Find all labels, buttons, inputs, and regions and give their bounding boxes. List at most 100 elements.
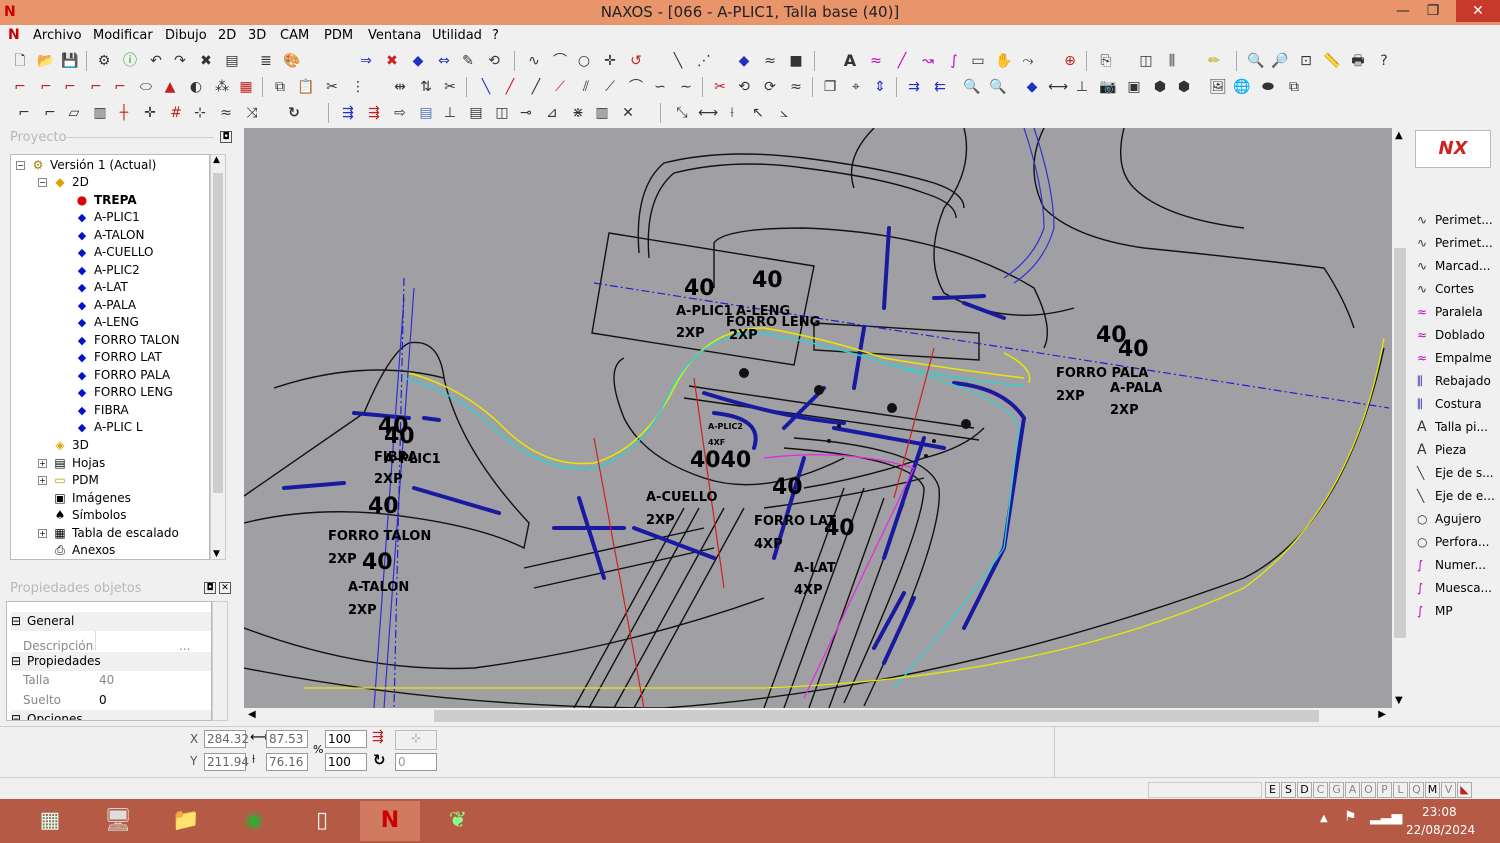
text-icon[interactable]: A bbox=[840, 51, 860, 71]
tool-talla-pieza[interactable]: A Talla pi... bbox=[1417, 417, 1488, 437]
tool-mp[interactable]: ∫ MP bbox=[1417, 601, 1453, 621]
tree-item-piece[interactable]: ◆ A-LAT bbox=[75, 279, 128, 296]
stitch-icon[interactable]: ⫼ bbox=[1162, 51, 1182, 71]
diag-measure-icon[interactable]: ⤡ bbox=[672, 103, 692, 123]
network-icon[interactable]: ⚙ bbox=[94, 51, 114, 71]
tree-item-hojas[interactable]: ▤ Hojas bbox=[53, 455, 105, 472]
shape2-icon[interactable]: ◐ bbox=[186, 77, 206, 97]
tree-item-piece[interactable]: ◆ FORRO LENG bbox=[75, 384, 173, 401]
line7-icon[interactable]: ⟋ bbox=[600, 77, 620, 97]
zoom-window-icon[interactable]: ⊡ bbox=[1296, 51, 1316, 71]
mirror-icon[interactable]: ◫ bbox=[1136, 51, 1156, 71]
panel-close-button[interactable]: ✕ bbox=[219, 582, 231, 594]
tree-item-version[interactable]: ⚙ Versión 1 (Actual) bbox=[31, 157, 157, 174]
grid2-icon[interactable]: ▥ bbox=[592, 103, 612, 123]
cross-arrow-icon[interactable]: ⇶ bbox=[364, 103, 384, 123]
hash-icon[interactable]: # bbox=[166, 103, 186, 123]
scale-mode-icon[interactable]: ⇶ bbox=[372, 729, 384, 745]
tree-item-piece[interactable]: ◆ FORRO PALA bbox=[75, 367, 170, 384]
ellipse-icon[interactable]: ⬭ bbox=[136, 77, 156, 97]
panel-pin-button[interactable]: ◘ bbox=[220, 131, 232, 143]
hatch-icon[interactable]: ▥ bbox=[90, 103, 110, 123]
route-icon[interactable]: ⤳ bbox=[1018, 51, 1038, 71]
h-measure-icon[interactable]: ⟷ bbox=[698, 103, 718, 123]
dimension-icon[interactable]: ⊥ bbox=[1072, 77, 1092, 97]
tool-numeracion[interactable]: ∫ Numer... bbox=[1417, 555, 1486, 575]
polyline-icon[interactable]: ⋰ bbox=[694, 51, 714, 71]
status-toggle[interactable]: E bbox=[1265, 782, 1280, 798]
talla-value[interactable]: 40 bbox=[95, 673, 114, 687]
panel-pin-button[interactable]: ◘ bbox=[204, 582, 216, 594]
rotate-icon[interactable]: ⟲ bbox=[734, 77, 754, 97]
target-icon[interactable]: ⊕ bbox=[1060, 51, 1080, 71]
blob2-icon[interactable]: ⬢ bbox=[1174, 77, 1194, 97]
menu-archivo[interactable]: Archivo bbox=[33, 28, 82, 43]
naxos-taskbar-icon[interactable]: N bbox=[360, 801, 420, 841]
line-icon[interactable]: ╲ bbox=[668, 51, 688, 71]
line4-icon[interactable]: ╱ bbox=[526, 77, 546, 97]
tree-item-anexos[interactable]: ⎙ Anexos bbox=[53, 542, 115, 559]
receive-icon[interactable]: ⇇ bbox=[930, 77, 950, 97]
corner2-icon[interactable]: ⌐ bbox=[36, 77, 56, 97]
send-icon[interactable]: ⇉ bbox=[904, 77, 924, 97]
clock-date[interactable]: 22/08/2024 bbox=[1406, 823, 1475, 837]
height-field[interactable]: 76.16 bbox=[266, 753, 308, 771]
node-icon[interactable]: ◆ bbox=[408, 51, 428, 71]
zoom3-icon[interactable]: 🔍 bbox=[962, 77, 982, 97]
tree-item-piece[interactable]: ◆ FIBRA bbox=[75, 402, 129, 419]
line10-icon[interactable]: ∼ bbox=[676, 77, 696, 97]
close-button[interactable]: ✕ bbox=[1456, 0, 1500, 22]
help-icon[interactable]: ? bbox=[1374, 51, 1394, 71]
menu-ventana[interactable]: Ventana bbox=[368, 28, 421, 43]
globe-icon[interactable]: 🌐 bbox=[1232, 77, 1252, 97]
status-toggle[interactable]: A bbox=[1345, 782, 1360, 798]
tree-item-piece[interactable]: ◆ A-TALON bbox=[75, 227, 145, 244]
corner4-icon[interactable]: ⌐ bbox=[86, 77, 106, 97]
line2-icon[interactable]: ╲ bbox=[476, 77, 496, 97]
pencil-icon[interactable]: ✏ bbox=[1204, 51, 1224, 71]
descripcion-ellipsis-button[interactable]: ... bbox=[179, 639, 190, 653]
menu-modificar[interactable]: Modificar bbox=[93, 28, 153, 43]
angle2-icon[interactable]: ⦣ bbox=[774, 103, 794, 123]
canvas-vertical-scrollbar[interactable]: ▲ ▼ bbox=[1392, 128, 1408, 708]
collapse-toggle[interactable]: − bbox=[38, 178, 47, 187]
diamond-icon[interactable]: ◆ bbox=[734, 51, 754, 71]
tree-item-piece[interactable]: ◆ A-PALA bbox=[75, 297, 136, 314]
v-measure-icon[interactable]: ⟊ bbox=[722, 103, 742, 123]
tree-item-piece[interactable]: ◆ A-PLIC L bbox=[75, 419, 143, 436]
ruler2-icon[interactable]: ⊿ bbox=[542, 103, 562, 123]
folder-taskbar-icon[interactable]: 📁 bbox=[156, 801, 216, 841]
tree-item-piece[interactable]: ◆ A-PLIC1 bbox=[75, 209, 140, 226]
circle-icon[interactable]: ○ bbox=[574, 51, 594, 71]
collapse-toggle[interactable]: − bbox=[16, 161, 25, 170]
flip-icon[interactable]: ⇹ bbox=[390, 77, 410, 97]
sheet-icon[interactable]: ▱ bbox=[64, 103, 84, 123]
arrow3-icon[interactable]: ⇨ bbox=[390, 103, 410, 123]
copy-icon[interactable]: ⧉ bbox=[270, 77, 290, 97]
shape-icon[interactable]: ▲ bbox=[160, 77, 180, 97]
status-toggle[interactable]: C bbox=[1313, 782, 1328, 798]
align-button[interactable]: ⊹ bbox=[395, 730, 437, 750]
table-icon[interactable]: ▤ bbox=[466, 103, 486, 123]
tree-item-simbolos[interactable]: ♠ Símbolos bbox=[53, 507, 127, 524]
scale-y-field[interactable]: 100 bbox=[325, 753, 367, 771]
move-icon[interactable]: ⇒ bbox=[356, 51, 376, 71]
fillet2-icon[interactable]: ⌐ bbox=[40, 103, 60, 123]
tree-item-piece[interactable]: ◆ A-LENG bbox=[75, 314, 139, 331]
bend-icon[interactable]: ⟲ bbox=[484, 51, 504, 71]
perp-icon[interactable]: ┼ bbox=[114, 103, 134, 123]
clock-time[interactable]: 23:08 bbox=[1422, 805, 1457, 819]
screen-icon[interactable]: ▣ bbox=[1124, 77, 1144, 97]
layers-icon[interactable]: ≣ bbox=[256, 51, 276, 71]
crosshair-icon[interactable]: ✛ bbox=[140, 103, 160, 123]
tool-eje-escalado[interactable]: ╲ Eje de e... bbox=[1417, 486, 1495, 506]
tree-item-2d[interactable]: ◆ 2D bbox=[53, 174, 89, 191]
dots-icon[interactable]: ⁂ bbox=[212, 77, 232, 97]
measure-icon[interactable]: ⟷ bbox=[1048, 77, 1068, 97]
section-opciones[interactable]: ⊟ Opciones bbox=[11, 710, 211, 720]
doc2-icon[interactable]: ▤ bbox=[416, 103, 436, 123]
zoom-in-icon[interactable]: 🔍 bbox=[1246, 51, 1266, 71]
stack-icon[interactable]: ⧉ bbox=[1284, 77, 1304, 97]
leaf-taskbar-icon[interactable]: ❦ bbox=[428, 801, 488, 841]
trim-icon[interactable]: ✂ bbox=[440, 77, 460, 97]
